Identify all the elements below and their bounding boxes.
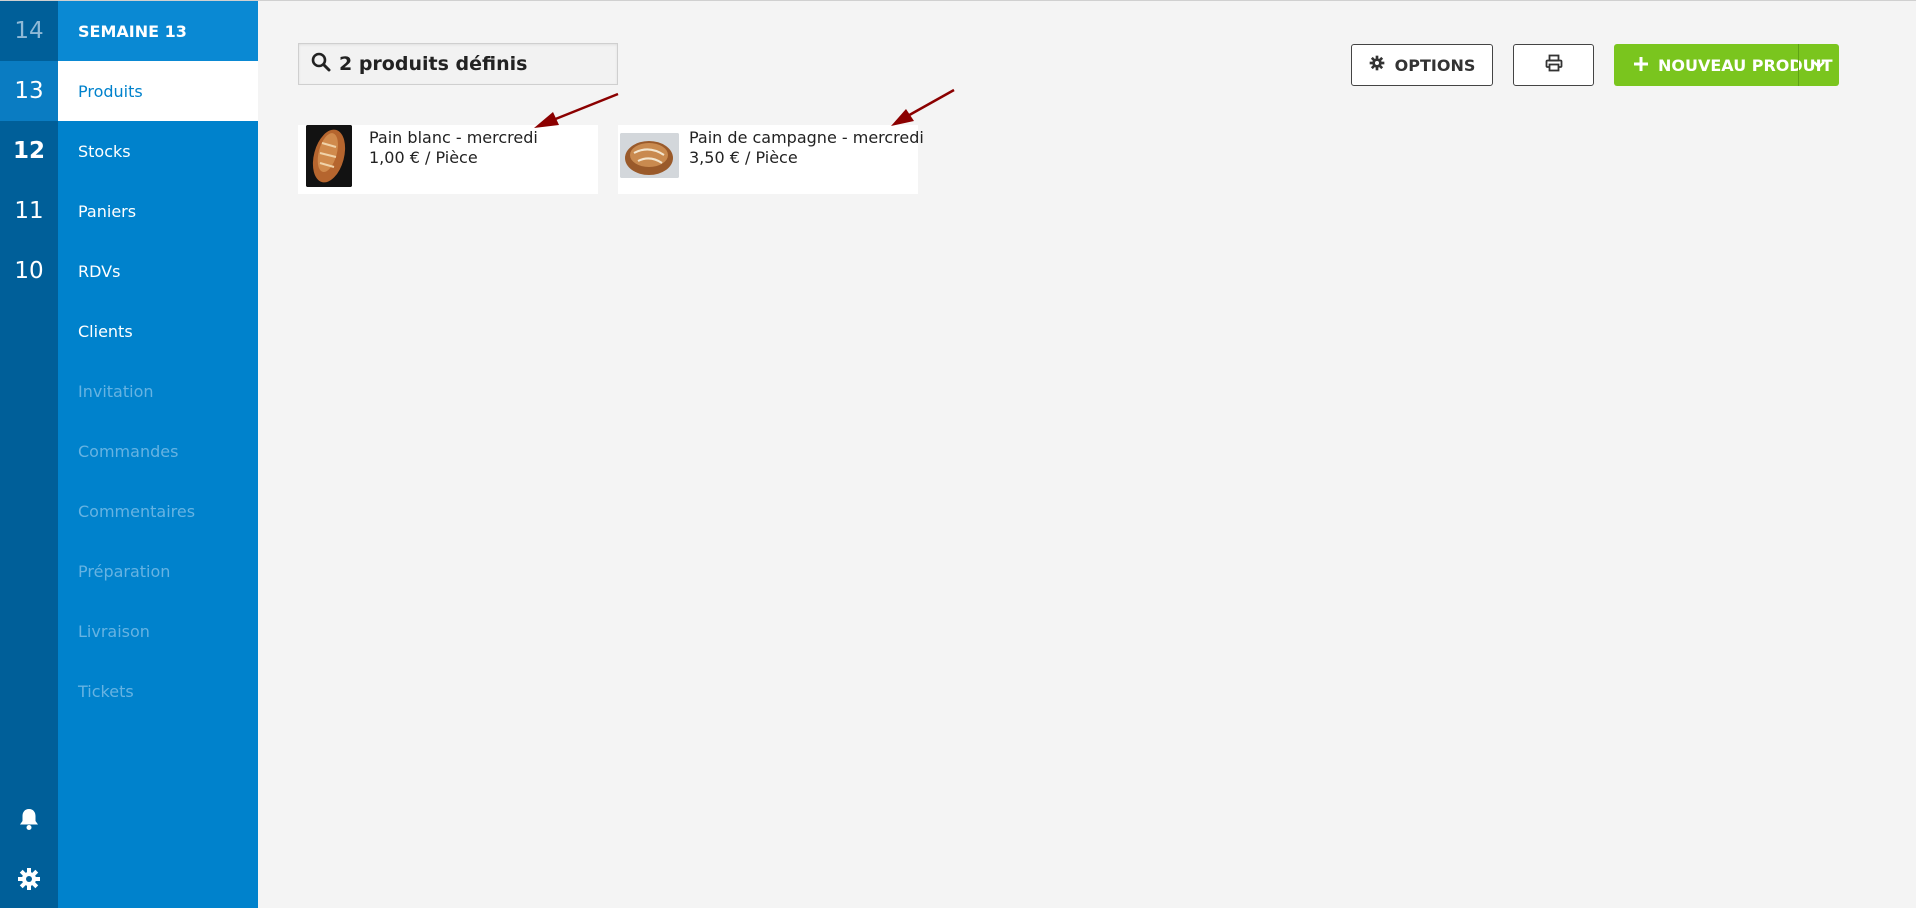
sidebar-item-tickets[interactable]: Tickets (58, 661, 258, 721)
annotation-arrow (891, 88, 955, 126)
sidebar-item-commentaires[interactable]: Commentaires (58, 481, 258, 541)
sidebar-item-paniers[interactable]: Paniers (58, 181, 258, 241)
product-card[interactable]: Pain de campagne - mercredi 3,50 € / Piè… (618, 125, 924, 194)
printer-icon (1545, 54, 1563, 76)
product-name: Pain de campagne - mercredi (689, 128, 924, 147)
new-product-button[interactable]: NOUVEAU PRODUIT (1614, 44, 1839, 86)
product-price: 3,50 € / Pièce (689, 148, 798, 167)
week-12[interactable]: 12 (0, 121, 58, 181)
week-13[interactable]: 13 (0, 61, 58, 121)
print-button[interactable] (1513, 44, 1594, 86)
sidebar-item-preparation[interactable]: Préparation (58, 541, 258, 601)
search-input[interactable]: 2 produits définis (298, 43, 618, 85)
week-10[interactable]: 10 (0, 241, 58, 301)
product-image-bread (620, 133, 679, 178)
annotation-arrows (534, 88, 955, 128)
product-count-text: 2 produits définis (339, 53, 528, 75)
annotation-arrow (534, 92, 619, 128)
sidebar-item-commandes[interactable]: Commandes (58, 421, 258, 481)
sidebar: SEMAINE 13 Produits Stocks Paniers RDVs … (58, 1, 258, 908)
sidebar-item-stocks[interactable]: Stocks (58, 121, 258, 181)
week-11[interactable]: 11 (0, 181, 58, 241)
bell-icon[interactable] (0, 799, 58, 839)
sidebar-header: SEMAINE 13 (58, 1, 258, 61)
plus-icon (1634, 56, 1648, 75)
sidebar-item-invitation[interactable]: Invitation (58, 361, 258, 421)
product-image-bread (306, 125, 352, 187)
product-card[interactable]: Pain blanc - mercredi 1,00 € / Pièce (298, 125, 598, 194)
product-price: 1,00 € / Pièce (369, 148, 478, 167)
sidebar-item-produits[interactable]: Produits (58, 61, 258, 121)
gear-icon (1369, 55, 1385, 75)
sidebar-item-rdvs[interactable]: RDVs (58, 241, 258, 301)
product-name: Pain blanc - mercredi (369, 128, 538, 147)
search-icon (311, 52, 331, 76)
week-14[interactable]: 14 (0, 1, 58, 61)
gear-icon[interactable] (0, 859, 58, 899)
options-label: OPTIONS (1394, 55, 1476, 75)
chevron-down-icon[interactable] (1799, 44, 1839, 86)
week-rail: 14 13 12 11 10 (0, 1, 58, 908)
options-button[interactable]: OPTIONS (1351, 44, 1493, 86)
sidebar-item-livraison[interactable]: Livraison (58, 601, 258, 661)
sidebar-item-clients[interactable]: Clients (58, 301, 258, 361)
